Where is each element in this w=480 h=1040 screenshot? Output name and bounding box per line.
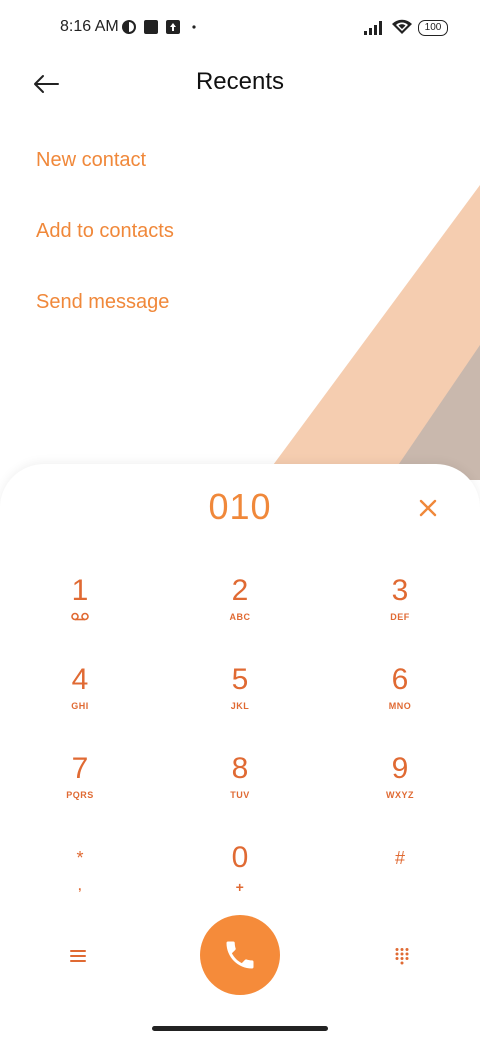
header: Recents bbox=[0, 56, 480, 112]
key-letters: WXYZ bbox=[386, 790, 414, 800]
key-3[interactable]: 3 DEF bbox=[340, 574, 460, 654]
add-to-contacts-link[interactable]: Add to contacts bbox=[36, 211, 174, 282]
key-7[interactable]: 7 PQRS bbox=[20, 752, 140, 832]
dialer-panel: 010 1 2 ABC 3 DEF 4 GHI 5 JKL 6 MNO 7 PQ… bbox=[0, 464, 480, 1040]
dot-icon bbox=[190, 18, 198, 36]
key-4[interactable]: 4 GHI bbox=[20, 663, 140, 743]
key-digit: 0 bbox=[231, 841, 249, 874]
key-letters: TUV bbox=[230, 790, 250, 800]
actions-list: New contact Add to contacts Send message bbox=[36, 140, 174, 353]
key-hash[interactable]: # bbox=[340, 841, 460, 921]
key-digit: 4 bbox=[71, 663, 89, 696]
key-digit: 3 bbox=[391, 574, 409, 607]
key-2[interactable]: 2 ABC bbox=[180, 574, 300, 654]
key-letters: MNO bbox=[388, 701, 412, 711]
key-letters: JKL bbox=[230, 701, 250, 711]
key-letters: ABC bbox=[229, 612, 251, 622]
voicemail-icon bbox=[20, 612, 140, 623]
clear-button[interactable] bbox=[410, 490, 446, 526]
key-letters: GHI bbox=[71, 701, 89, 711]
menu-icon bbox=[70, 950, 86, 962]
signal-icon bbox=[362, 18, 386, 36]
key-letters: DEF bbox=[390, 612, 410, 622]
menu-button[interactable] bbox=[62, 940, 94, 972]
key-digit: 6 bbox=[391, 663, 409, 696]
upload-icon bbox=[164, 18, 182, 36]
square-icon bbox=[142, 18, 160, 36]
key-digit: # bbox=[394, 848, 405, 868]
page-title: Recents bbox=[195, 68, 285, 95]
key-digit: 5 bbox=[231, 663, 249, 696]
key-0[interactable]: 0 + bbox=[180, 841, 300, 921]
close-icon bbox=[419, 499, 437, 517]
key-6[interactable]: 6 MNO bbox=[340, 663, 460, 743]
key-9[interactable]: 9 WXYZ bbox=[340, 752, 460, 832]
home-indicator[interactable] bbox=[152, 1026, 328, 1031]
status-bar: 8:16 AM 100 bbox=[0, 0, 480, 56]
key-digit: 9 bbox=[391, 752, 409, 785]
new-contact-link[interactable]: New contact bbox=[36, 140, 174, 211]
dialed-number: 010 bbox=[208, 486, 272, 527]
battery-icon: 100 bbox=[418, 20, 448, 36]
key-8[interactable]: 8 TUV bbox=[180, 752, 300, 832]
key-digit: 7 bbox=[71, 752, 89, 785]
key-digit: 2 bbox=[231, 574, 249, 607]
key-letters: , bbox=[78, 879, 82, 893]
dialpad-icon bbox=[395, 948, 409, 965]
status-time: 8:16 AM bbox=[60, 18, 119, 35]
key-digit: 8 bbox=[231, 752, 249, 785]
call-button[interactable] bbox=[200, 915, 280, 995]
send-message-link[interactable]: Send message bbox=[36, 282, 174, 353]
phone-icon bbox=[226, 941, 254, 969]
key-letters: + bbox=[235, 879, 245, 895]
key-letters: PQRS bbox=[66, 790, 94, 800]
key-star[interactable]: * , bbox=[20, 841, 140, 921]
key-digit: * bbox=[76, 848, 84, 868]
key-5[interactable]: 5 JKL bbox=[180, 663, 300, 743]
wifi-icon bbox=[390, 18, 414, 36]
app-icon bbox=[120, 18, 138, 36]
dialpad-button[interactable] bbox=[386, 940, 418, 972]
key-1[interactable]: 1 bbox=[20, 574, 140, 654]
key-digit: 1 bbox=[71, 574, 89, 607]
